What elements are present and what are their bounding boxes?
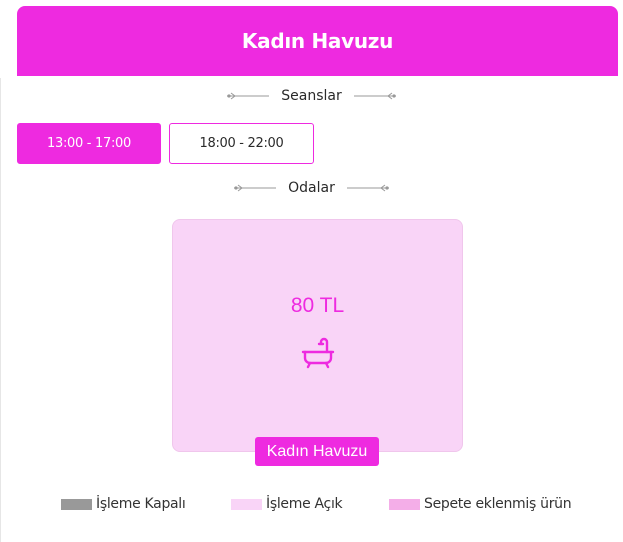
legend-item-in-cart: Sepete eklenmiş ürün — [389, 496, 572, 512]
session-button-label: 13:00 - 17:00 — [47, 136, 131, 151]
ornament-right-icon — [353, 91, 398, 101]
legend-swatch — [61, 498, 92, 510]
legend: İşleme Kapalı İşleme Açık Sepete eklenmi… — [0, 496, 623, 516]
legend-label: İşleme Açık — [266, 496, 343, 512]
sessions-heading: Seanslar — [0, 86, 623, 106]
legend-label: İşleme Kapalı — [96, 496, 186, 512]
room-name-badge[interactable]: Kadın Havuzu — [255, 437, 379, 466]
panel-border — [0, 78, 1, 542]
bathtub-icon — [301, 337, 335, 369]
ornament-left-icon — [225, 91, 270, 101]
session-button-2[interactable]: 18:00 - 22:00 — [169, 123, 314, 164]
session-button-1[interactable]: 13:00 - 17:00 — [17, 123, 161, 164]
page-title: Kadın Havuzu — [241, 29, 394, 53]
legend-swatch — [389, 498, 420, 510]
legend-swatch — [231, 498, 262, 510]
sessions-heading-label: Seanslar — [281, 88, 342, 104]
rooms-heading: Odalar — [0, 178, 623, 198]
legend-item-closed: İşleme Kapalı — [61, 496, 186, 512]
room-price: 80 TL — [290, 294, 345, 317]
room-card[interactable]: 80 TL — [172, 219, 463, 452]
page-header: Kadın Havuzu — [17, 6, 618, 76]
booking-panel: Kadın Havuzu Seanslar 13:00 - 17:00 18:0… — [0, 0, 623, 542]
ornament-left-icon — [232, 183, 277, 193]
legend-label: Sepete eklenmiş ürün — [424, 496, 572, 512]
rooms-heading-label: Odalar — [288, 180, 335, 196]
ornament-right-icon — [346, 183, 391, 193]
session-button-label: 18:00 - 22:00 — [199, 136, 284, 151]
legend-item-open: İşleme Açık — [231, 496, 343, 512]
